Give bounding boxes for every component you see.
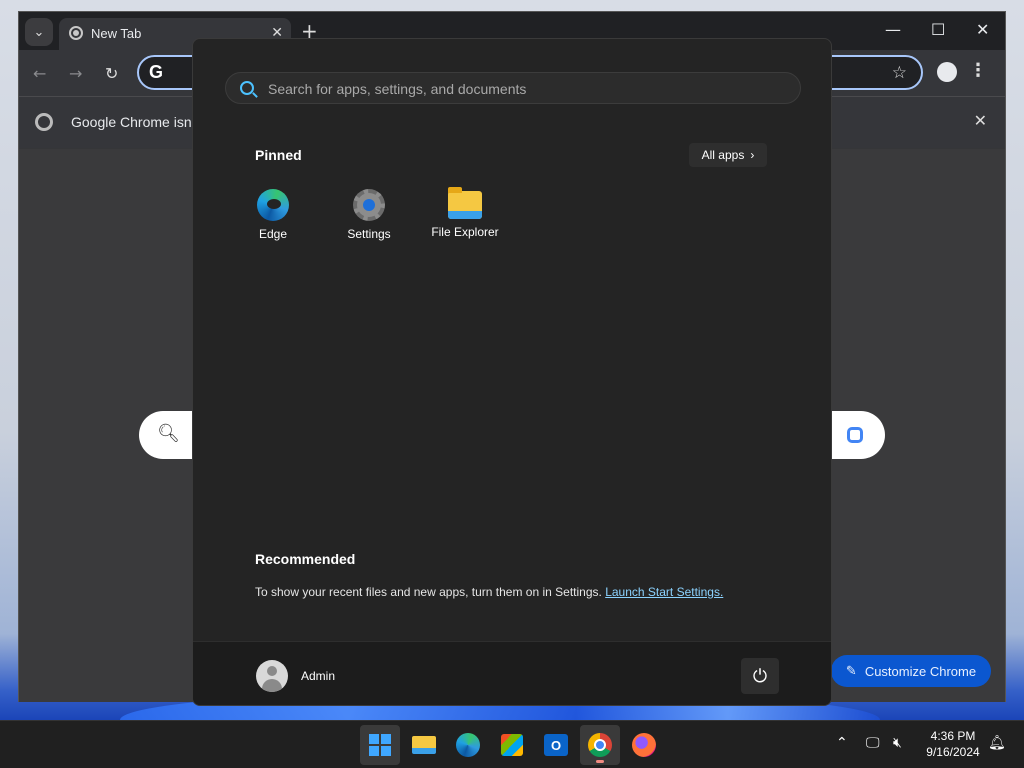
- pinned-app-edge[interactable]: Edge: [225, 189, 321, 241]
- search-icon: [240, 81, 254, 95]
- pinned-app-label: Edge: [258, 227, 288, 241]
- windows-start-icon: [369, 734, 391, 756]
- pencil-icon: ✎: [845, 663, 857, 678]
- all-apps-label: All apps: [701, 148, 745, 162]
- recommended-text: To show your recent files and new apps, …: [255, 585, 602, 599]
- start-menu: Search for apps, settings, and documents…: [192, 38, 832, 706]
- notification-bell-icon[interactable]: 🔔︎: [988, 735, 1006, 751]
- chevron-right-icon: ›: [750, 148, 755, 162]
- settings-icon: [353, 189, 385, 221]
- minimize-icon[interactable]: —: [885, 20, 901, 39]
- outlook-icon: O: [544, 734, 568, 756]
- edge-icon: [257, 189, 289, 221]
- forward-icon[interactable]: →: [69, 64, 82, 83]
- chevron-down-icon: ⌄: [33, 24, 45, 39]
- google-g-icon: G: [149, 62, 164, 82]
- running-indicator: [596, 760, 604, 763]
- file-explorer-icon: [448, 187, 482, 219]
- clock-time: 4:36 PM: [930, 729, 976, 743]
- start-search-input[interactable]: Search for apps, settings, and documents: [225, 72, 801, 104]
- kebab-menu-icon[interactable]: ⋮: [969, 60, 987, 81]
- power-button[interactable]: ⏻: [741, 658, 779, 694]
- file-explorer-icon: [412, 736, 436, 754]
- customize-chrome-button[interactable]: ✎ Customize Chrome: [831, 655, 991, 687]
- edge-icon: [456, 733, 480, 757]
- user-name[interactable]: Admin: [301, 669, 335, 683]
- launch-start-settings-link[interactable]: Launch Start Settings.: [605, 585, 723, 599]
- taskbar-chrome[interactable]: [580, 725, 620, 765]
- taskbar-edge[interactable]: [448, 725, 488, 765]
- start-search-placeholder: Search for apps, settings, and documents: [268, 81, 527, 97]
- clock-date: 9/16/2024: [926, 745, 980, 759]
- taskbar-start-button[interactable]: [360, 725, 400, 765]
- infobar-text: Google Chrome isn't: [71, 114, 199, 130]
- power-icon: ⏻: [752, 665, 768, 687]
- recommended-message: To show your recent files and new apps, …: [255, 585, 723, 599]
- customize-chrome-label: Customize Chrome: [864, 663, 977, 679]
- chrome-logo-icon: [35, 113, 53, 131]
- taskbar: O ⌃ 🖵︎ 🔇︎ 4:36 PM 9/16/2024 🔔︎: [0, 720, 1024, 768]
- maximize-icon[interactable]: ☐: [931, 20, 945, 39]
- close-window-icon[interactable]: ✕: [976, 20, 989, 39]
- profile-icon[interactable]: [937, 62, 957, 82]
- chrome-favicon-icon: [69, 26, 83, 40]
- recommended-heading: Recommended: [255, 551, 356, 567]
- pinned-app-settings[interactable]: Settings: [321, 189, 417, 241]
- close-infobar-icon[interactable]: ✕: [974, 111, 987, 131]
- google-lens-icon[interactable]: [847, 427, 863, 443]
- chrome-icon: [588, 733, 612, 757]
- bookmark-star-icon[interactable]: ☆: [892, 63, 907, 83]
- taskbar-outlook[interactable]: O: [536, 725, 576, 765]
- tab-title: New Tab: [91, 26, 142, 41]
- store-icon: [501, 734, 523, 756]
- all-apps-button[interactable]: All apps ›: [689, 143, 767, 167]
- pinned-heading: Pinned: [255, 147, 302, 163]
- volume-muted-icon[interactable]: 🔇︎: [893, 735, 902, 751]
- pinned-app-label: File Explorer: [431, 225, 499, 239]
- chevron-up-icon[interactable]: ⌃: [836, 735, 848, 751]
- taskbar-store[interactable]: [492, 725, 532, 765]
- firefox-icon: [632, 733, 656, 757]
- pinned-app-label: Settings: [347, 227, 391, 241]
- user-avatar-icon[interactable]: [256, 660, 288, 692]
- start-footer: Admin ⏻: [193, 641, 831, 705]
- network-icon[interactable]: 🖵︎: [866, 735, 880, 751]
- reload-icon[interactable]: ↻: [105, 64, 118, 83]
- search-icon: 🔍︎: [157, 423, 180, 444]
- taskbar-firefox[interactable]: [624, 725, 664, 765]
- google-search-box-right[interactable]: [829, 411, 885, 459]
- pinned-app-file-explorer[interactable]: File Explorer: [417, 187, 513, 239]
- taskbar-clock[interactable]: 4:36 PM 9/16/2024: [920, 728, 986, 760]
- back-icon[interactable]: ←: [33, 64, 46, 83]
- taskbar-file-explorer[interactable]: [404, 725, 444, 765]
- tab-search-button[interactable]: ⌄: [25, 18, 53, 46]
